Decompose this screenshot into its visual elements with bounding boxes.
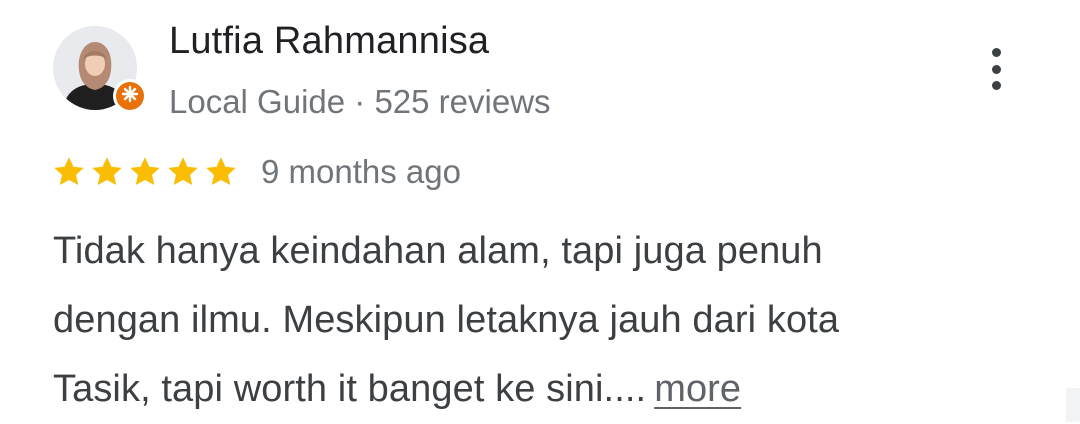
- more-options-button[interactable]: [976, 44, 1016, 94]
- local-guide-star-icon: [121, 85, 139, 108]
- review-text-line: Tidak hanya keindahan alam, tapi juga pe…: [53, 230, 823, 272]
- review-rating-row: 9 months ago: [51, 150, 461, 194]
- star-icon: [206, 157, 236, 186]
- reviewer-meta[interactable]: Local Guide · 525 reviews: [169, 81, 551, 123]
- review-text: Tidak hanya keindahan alam, tapi juga pe…: [53, 217, 1013, 424]
- local-guide-badge: [113, 79, 147, 113]
- star-icon: [54, 157, 84, 186]
- review-date: 9 months ago: [261, 153, 461, 190]
- review-text-line: dengan ilmu. Meskipun letaknya jauh dari…: [53, 299, 840, 341]
- review-text-line: Tasik, tapi worth it banget ke sini.... m…: [53, 368, 742, 410]
- star-icon: [168, 157, 198, 186]
- star-icon: [130, 157, 160, 186]
- star-rating: [51, 154, 239, 190]
- more-link[interactable]: more: [654, 368, 741, 410]
- star-icon: [92, 157, 122, 186]
- more-vert-icon: [991, 48, 1001, 57]
- scroll-edge: [1066, 388, 1080, 422]
- reviewer-name[interactable]: Lutfia Rahmannisa: [169, 18, 489, 64]
